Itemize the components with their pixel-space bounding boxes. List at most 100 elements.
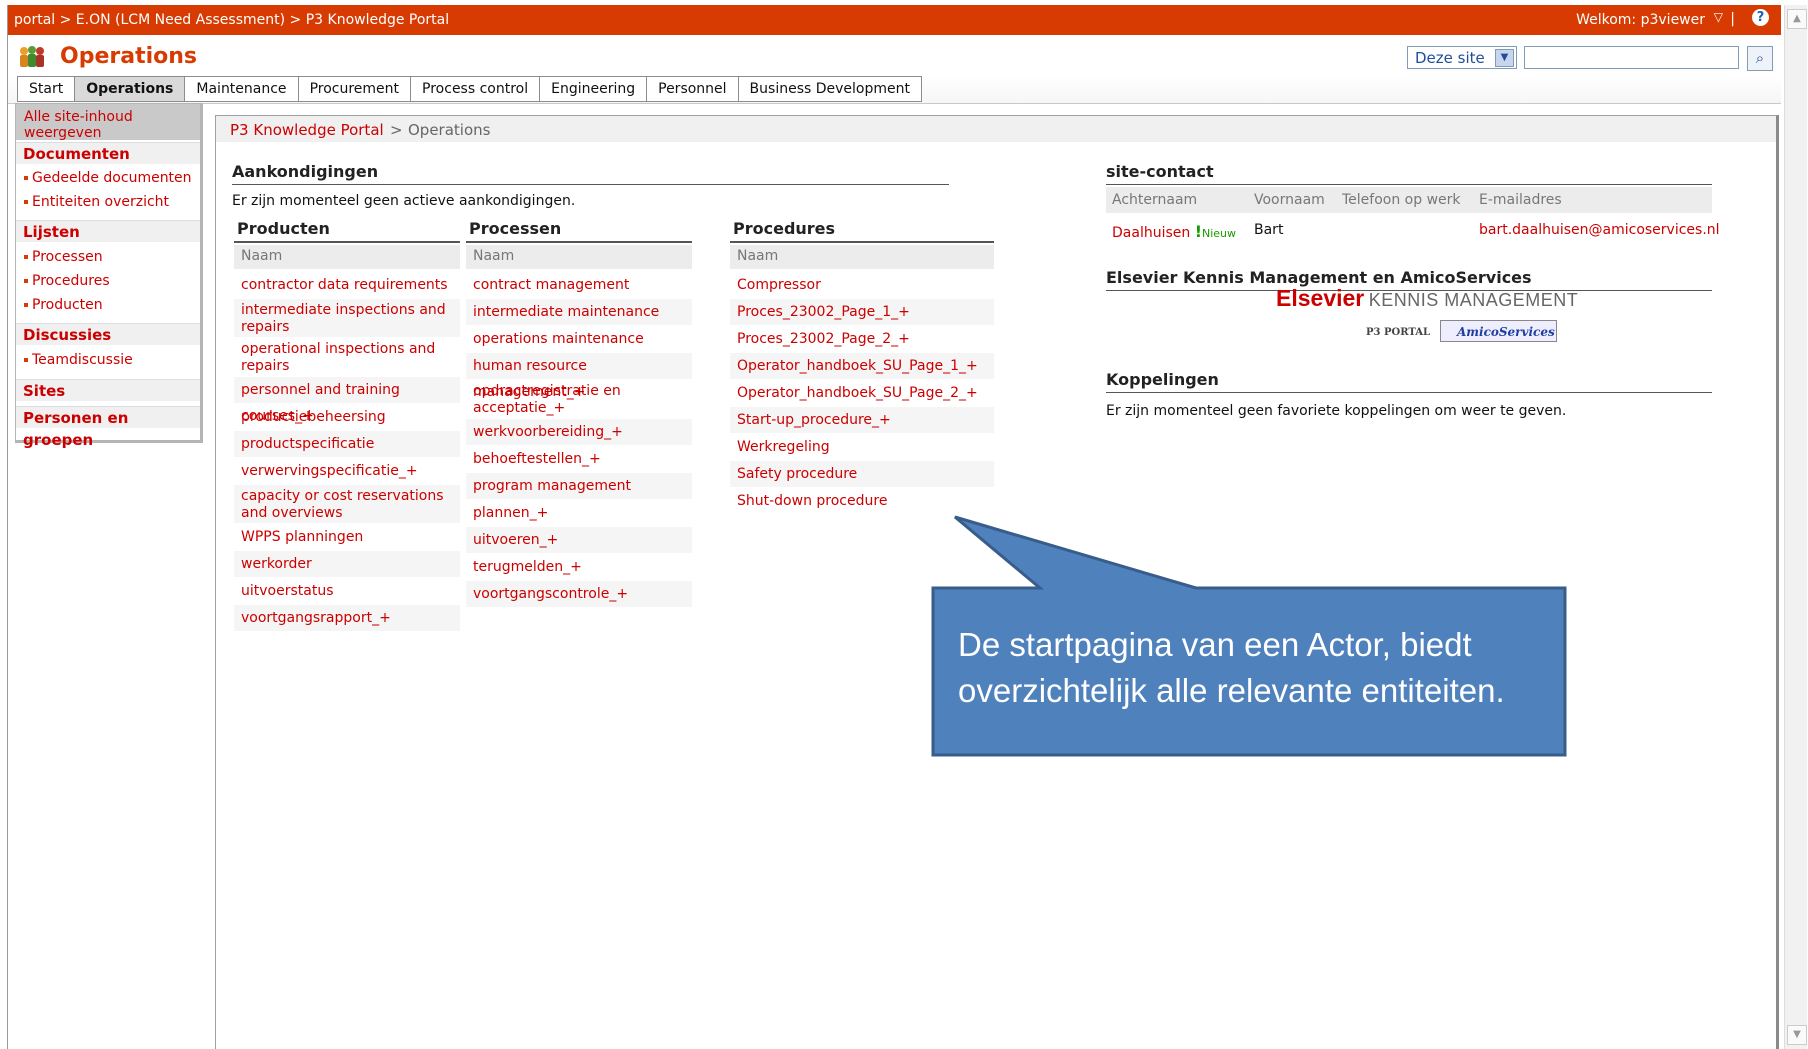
list-item[interactable]: productiebeheersing	[234, 404, 460, 430]
contact-row: Daalhuisen !Nieuw	[1112, 222, 1236, 241]
list-item[interactable]: verwervingspecificatie_+	[234, 458, 460, 484]
vertical-scrollbar[interactable]: ▲ ▼	[1784, 5, 1807, 1049]
quick-launch: Alle site-inhoud weergeven Documenten Ge…	[15, 103, 203, 449]
view-all-content: Alle site-inhoud weergeven	[16, 104, 200, 141]
breadcrumb-separator: >	[390, 121, 403, 139]
nav-item-label: Producten	[32, 297, 103, 313]
list-item[interactable]: capacity or cost reservations and overvi…	[234, 485, 460, 523]
site-title[interactable]: Operations	[60, 44, 197, 69]
links-empty: Er zijn momenteel geen favoriete koppeli…	[1106, 403, 1567, 419]
site-contact-title[interactable]: site-contact	[1106, 162, 1712, 185]
nav-heading-documenten[interactable]: Documenten	[16, 142, 200, 164]
main-content: P3 Knowledge Portal > Operations Aankond…	[215, 115, 1779, 1049]
producten-title[interactable]: Producten	[234, 219, 460, 243]
scroll-up-icon[interactable]: ▲	[1787, 9, 1807, 29]
list-item[interactable]: contract management	[466, 272, 692, 298]
announcements-title[interactable]: Aankondigingen	[232, 162, 949, 185]
list-item[interactable]: Shut-down procedure	[730, 488, 994, 514]
list-item[interactable]: Operator_handboek_SU_Page_1_+	[730, 353, 994, 379]
nav-heading-discussies[interactable]: Discussies	[16, 323, 200, 345]
list-item[interactable]: uitvoeren_+	[466, 527, 692, 553]
list-item[interactable]: contractor data requirements list	[234, 272, 460, 319]
column-header-telefoon[interactable]: Telefoon op werk	[1342, 192, 1461, 208]
nav-heading-lijsten[interactable]: Lijsten	[16, 220, 200, 242]
breadcrumb: P3 Knowledge Portal > Operations	[216, 116, 1776, 142]
list-item[interactable]: Proces_23002_Page_1_+	[730, 299, 994, 325]
list-item[interactable]: personnel and training courses_+	[234, 377, 460, 424]
list-item[interactable]: intermediate inspections and repairs	[234, 299, 460, 337]
chevron-down-icon[interactable]: ▼	[1495, 49, 1514, 67]
search-icon[interactable]: ⌕	[1747, 46, 1773, 71]
list-item[interactable]: human resource management_+	[466, 353, 692, 400]
page: portal > E.ON (LCM Need Assessment) > P3…	[7, 5, 1781, 1049]
list-item[interactable]: plannen_+	[466, 500, 692, 526]
list-item[interactable]: Start-up_procedure_+	[730, 407, 994, 433]
nav-heading-personen-en-groepen[interactable]: Personen en groepen	[16, 406, 200, 449]
list-item[interactable]: werkorder	[234, 551, 460, 577]
search-scope-value: Deze site	[1415, 49, 1485, 67]
elsevier-logo: Elsevier KENNIS MANAGEMENT	[1276, 285, 1578, 312]
list-item[interactable]: WPPS planningen	[234, 524, 460, 550]
procedures-column-header[interactable]: Naam	[730, 245, 994, 269]
global-breadcrumb[interactable]: portal > E.ON (LCM Need Assessment) > P3…	[14, 12, 449, 28]
list-item[interactable]: behoeftestellen_+	[466, 446, 692, 472]
nav-item-procedures[interactable]: Procedures	[24, 273, 110, 289]
search-scope-select[interactable]: Deze site ▼	[1407, 46, 1517, 69]
producten-column-header[interactable]: Naam	[234, 245, 460, 269]
list-item[interactable]: Compressor	[730, 272, 994, 298]
tab-business-development[interactable]: Business Development	[737, 76, 922, 102]
column-header-achternaam[interactable]: Achternaam	[1112, 192, 1197, 208]
welcome-menu[interactable]: Welkom: p3viewer	[1576, 12, 1705, 28]
chevron-down-icon[interactable]: ▽	[1714, 10, 1723, 24]
list-item[interactable]: werkvoorbereiding_+	[466, 419, 692, 445]
processen-title[interactable]: Processen	[466, 219, 692, 243]
tab-start[interactable]: Start	[17, 76, 75, 102]
contact-lastname-link[interactable]: Daalhuisen	[1112, 225, 1190, 241]
column-header-voornaam[interactable]: Voornaam	[1254, 192, 1325, 208]
nav-item-label: Gedeelde documenten	[32, 170, 192, 186]
tab-maintenance[interactable]: Maintenance	[184, 76, 298, 102]
list-item[interactable]: terugmelden_+	[466, 554, 692, 580]
list-item[interactable]: program management	[466, 473, 692, 499]
announcements-empty: Er zijn momenteel geen actieve aankondig…	[232, 193, 576, 209]
view-all-link[interactable]: Alle site-inhoud weergeven	[24, 109, 184, 141]
nav-item-processen[interactable]: Processen	[24, 249, 103, 265]
list-item[interactable]: voortgangscontrole_+	[466, 581, 692, 607]
list-item[interactable]: voortgangsrapport_+	[234, 605, 460, 631]
search-input[interactable]	[1524, 46, 1739, 69]
list-item[interactable]: productspecificatie	[234, 431, 460, 457]
tab-operations[interactable]: Operations	[74, 76, 185, 102]
breadcrumb-current: Operations	[408, 121, 491, 139]
bullet-icon	[24, 358, 28, 362]
processen-column-header[interactable]: Naam	[466, 245, 692, 269]
help-icon[interactable]: ?	[1752, 9, 1769, 26]
nav-item-entiteiten-overzicht[interactable]: Entiteiten overzicht	[24, 194, 169, 210]
list-item[interactable]: Werkregeling	[730, 434, 994, 460]
nav-item-label: Entiteiten overzicht	[32, 194, 170, 210]
list-item[interactable]: operational inspections and repairs	[234, 338, 460, 376]
procedures-title[interactable]: Procedures	[730, 219, 994, 243]
nav-item-teamdiscussie[interactable]: Teamdiscussie	[24, 352, 133, 368]
scroll-down-icon[interactable]: ▼	[1787, 1025, 1807, 1045]
breadcrumb-root[interactable]: P3 Knowledge Portal	[230, 121, 384, 139]
list-item[interactable]: uitvoerstatus	[234, 578, 460, 604]
tab-process-control[interactable]: Process control	[410, 76, 540, 102]
amicoservices-logo: AmicoServices	[1440, 320, 1557, 342]
column-header-email[interactable]: E-mailadres	[1479, 192, 1562, 208]
list-item[interactable]: opdractregistratie en acceptatie_+	[466, 380, 692, 418]
tab-personnel[interactable]: Personnel	[646, 76, 738, 102]
links-title[interactable]: Koppelingen	[1106, 370, 1712, 393]
bullet-icon	[24, 176, 28, 180]
list-item[interactable]: Safety procedure	[730, 461, 994, 487]
list-item[interactable]: Operator_handboek_SU_Page_2_+	[730, 380, 994, 406]
tab-procurement[interactable]: Procurement	[297, 76, 411, 102]
nav-item-label: Procedures	[32, 273, 110, 289]
nav-item-producten[interactable]: Producten	[24, 297, 103, 313]
tab-engineering[interactable]: Engineering	[539, 76, 647, 102]
nav-item-gedeelde-documenten[interactable]: Gedeelde documenten	[24, 170, 192, 186]
contact-email-link[interactable]: bart.daalhuisen@amicoservices.nl	[1479, 222, 1720, 238]
nav-heading-sites[interactable]: Sites	[16, 379, 200, 401]
list-item[interactable]: operations maintenance	[466, 326, 692, 352]
list-item[interactable]: intermediate maintenance	[466, 299, 692, 325]
list-item[interactable]: Proces_23002_Page_2_+	[730, 326, 994, 352]
